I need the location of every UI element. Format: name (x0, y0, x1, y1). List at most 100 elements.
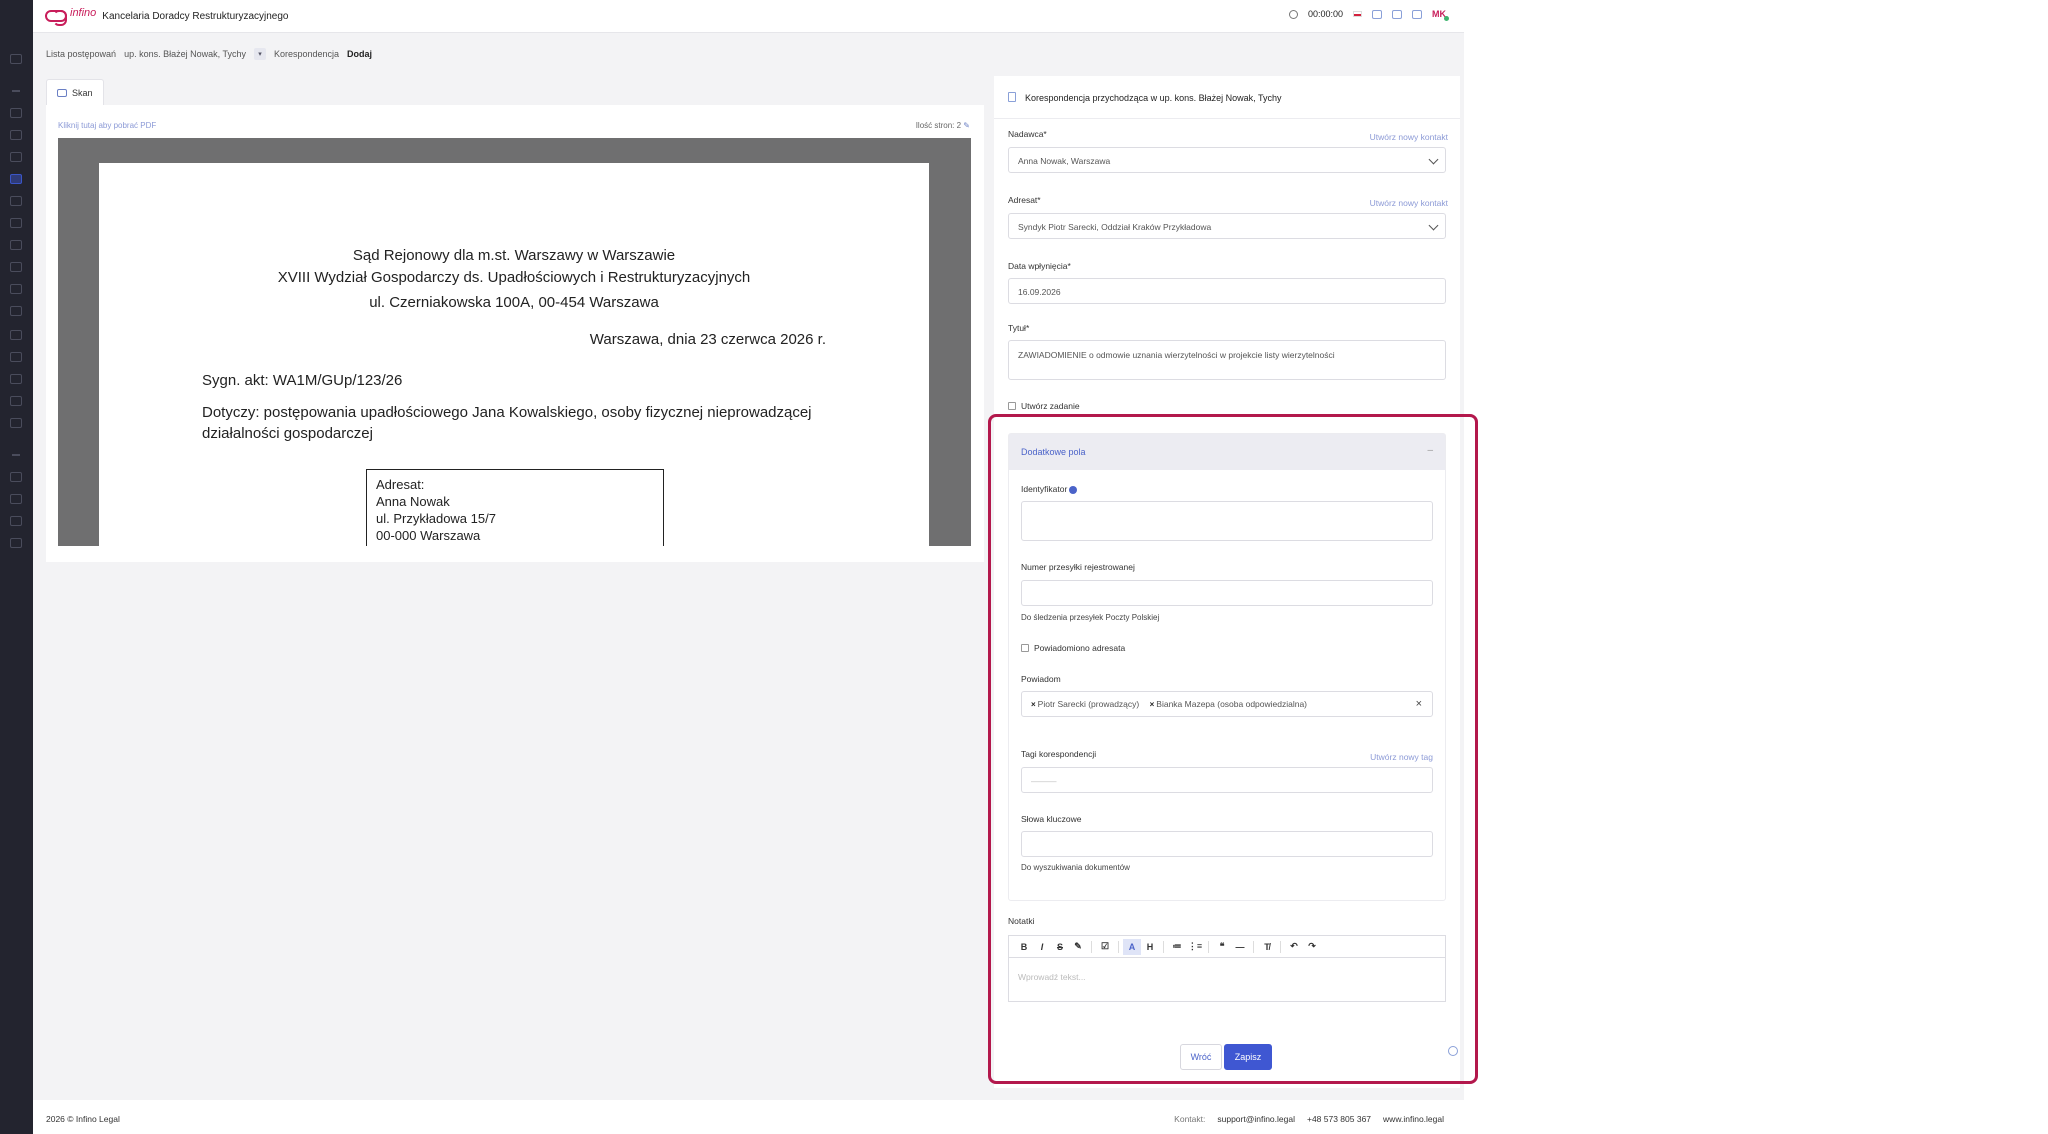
collapse-icon[interactable]: – (1427, 445, 1433, 456)
page-count[interactable]: Ilość stron: 2 ✎ (916, 121, 970, 130)
italic-button[interactable]: I (1033, 939, 1051, 955)
users-icon[interactable] (10, 130, 22, 140)
firm-name: Kancelaria Doradcy Restrukturyzacyjnego (102, 10, 289, 22)
identifier-textarea[interactable] (1021, 501, 1433, 541)
clear-format-button[interactable]: T̸ (1258, 939, 1276, 955)
timer[interactable]: 00:00:00 (1308, 9, 1343, 19)
flag-pl-icon[interactable] (1353, 11, 1362, 17)
download-pdf-link[interactable]: Kliknij tutaj aby pobrać PDF (58, 121, 156, 130)
create-tag-link[interactable]: Utwórz nowy tag (1370, 752, 1433, 762)
nadawca-value: Anna Nowak, Warszawa (1018, 156, 1111, 166)
court-address: ul. Czerniakowska 100A, 00-454 Warszawa (369, 294, 659, 311)
edit-icon: ✎ (963, 121, 970, 130)
chat-icon[interactable] (1392, 9, 1402, 19)
date-label: Data wpłynięcia* (1008, 261, 1071, 271)
adresat-select[interactable]: Syndyk Piotr Sarecki, Oddział Kraków Prz… (1008, 213, 1446, 239)
undo-button[interactable]: ↶ (1285, 939, 1303, 955)
document-icon[interactable] (10, 174, 22, 184)
heading-button[interactable]: H (1141, 939, 1159, 955)
clock-icon (1288, 9, 1298, 19)
edit-icon[interactable] (10, 396, 22, 406)
notify-chip[interactable]: × Piotr Sarecki (prowadzący) (1031, 699, 1139, 709)
clear-all-icon[interactable]: × (1416, 698, 1422, 710)
create-task-label[interactable]: Utwórz zadanie (1021, 401, 1080, 411)
info-icon[interactable] (1069, 485, 1078, 494)
save-button[interactable]: Zapisz (1224, 1044, 1272, 1070)
checklist-icon[interactable] (10, 218, 22, 228)
notes-editor[interactable]: Wprowadź tekst... (1008, 957, 1446, 1002)
quote-button[interactable]: ❝ (1213, 939, 1231, 955)
book-icon[interactable] (1372, 9, 1382, 19)
folder-icon[interactable] (10, 284, 22, 294)
keywords-help: Do wyszukiwania dokumentów (1021, 863, 1130, 872)
list-icon[interactable] (10, 306, 22, 316)
create-task-checkbox[interactable] (1008, 402, 1016, 410)
notified-checkbox[interactable] (1021, 644, 1029, 652)
checklist-button[interactable]: ☑ (1096, 939, 1114, 955)
nadawca-label: Nadawca* (1008, 129, 1047, 139)
website-link[interactable]: www.infino.legal (1383, 1114, 1444, 1124)
mail-icon[interactable] (10, 196, 22, 206)
form-title: Korespondencja przychodząca w up. kons. … (1025, 93, 1282, 103)
create-contact-link-2[interactable]: Utwórz nowy kontakt (1370, 198, 1448, 208)
calendar-dropdown-icon[interactable] (1412, 9, 1422, 19)
strikethrough-button[interactable]: S (1051, 939, 1069, 955)
notified-label[interactable]: Powiadomiono adresata (1034, 643, 1125, 653)
tracking-input[interactable] (1021, 580, 1433, 606)
tags-select[interactable]: ——— (1021, 767, 1433, 793)
help-icon[interactable] (1448, 1046, 1458, 1056)
avatar[interactable]: MK (1432, 9, 1449, 21)
notify-label: Powiadom (1021, 674, 1061, 684)
tags-placeholder: ——— (1031, 776, 1057, 786)
stack-icon[interactable] (10, 374, 22, 384)
breadcrumb-case[interactable]: up. kons. Błażej Nowak, Tychy (124, 49, 246, 59)
shield-icon[interactable] (10, 472, 22, 482)
notify-multiselect[interactable]: × Piotr Sarecki (prowadzący) × Bianka Maze… (1021, 691, 1433, 717)
dashboard-icon[interactable] (10, 54, 22, 64)
tab-skan[interactable]: Skan (46, 79, 104, 105)
book-icon[interactable] (10, 418, 22, 428)
logo-text: infino (70, 7, 97, 19)
notify-chip[interactable]: × Bianka Mazepa (osoba odpowiedzialna) (1150, 699, 1307, 709)
send-icon[interactable] (10, 108, 22, 118)
additional-fields-header[interactable]: Dodatkowe pola – (1009, 434, 1445, 470)
ordered-list-button[interactable]: ⋮≡ (1186, 939, 1204, 955)
highlight-pen-button[interactable]: ✎ (1069, 939, 1087, 955)
text-color-button[interactable]: A (1123, 938, 1141, 955)
case-select-chevron-icon[interactable]: ▾ (253, 48, 266, 60)
archive-icon[interactable] (10, 262, 22, 272)
horizontal-rule-button[interactable]: — (1231, 939, 1249, 955)
redo-button[interactable]: ↷ (1303, 939, 1321, 955)
pdf-viewer[interactable]: Sąd Rejonowy dla m.st. Warszawy w Warsza… (58, 138, 971, 546)
calendar-icon[interactable] (10, 516, 22, 526)
create-contact-link[interactable]: Utwórz nowy kontakt (1370, 132, 1448, 142)
remove-chip-icon[interactable]: × (1031, 700, 1036, 709)
link-icon[interactable] (10, 330, 22, 340)
breadcrumb-list[interactable]: Lista postępowań (46, 49, 116, 59)
nadawca-select[interactable]: Anna Nowak, Warszawa (1008, 147, 1446, 173)
bullet-list-button[interactable]: ≔ (1168, 939, 1186, 955)
back-button[interactable]: Wróć (1180, 1044, 1222, 1070)
tag-icon[interactable] (10, 152, 22, 162)
support-email-link[interactable]: support@infino.legal (1217, 1114, 1295, 1124)
logo[interactable]: infino Kancelaria Doradcy Restrukturyzac… (45, 7, 289, 26)
cloud-icon[interactable] (10, 240, 22, 250)
person-icon[interactable] (10, 494, 22, 504)
inbox-icon[interactable] (10, 352, 22, 362)
toolbar-divider (1118, 940, 1119, 953)
tab-skan-label: Skan (72, 87, 93, 98)
date-input[interactable]: 16.09.2026 (1008, 278, 1446, 304)
toolbar-divider (1091, 940, 1092, 953)
chevron-down-icon (1428, 154, 1439, 165)
infino-logo-icon (45, 10, 67, 26)
title-label: Tytuł* (1008, 323, 1030, 333)
remove-chip-icon[interactable]: × (1150, 700, 1155, 709)
title-textarea[interactable]: ZAWIADOMIENIE o odmowie uznania wierzyte… (1008, 340, 1446, 380)
keywords-input[interactable] (1021, 831, 1433, 857)
additional-fields-panel: Dodatkowe pola – Identyfikator Numer prz… (1008, 433, 1446, 901)
phone-link[interactable]: +48 573 805 367 (1307, 1114, 1371, 1124)
identifier-label: Identyfikator (1021, 484, 1078, 494)
bold-button[interactable]: B (1015, 939, 1033, 955)
breadcrumb-section[interactable]: Korespondencja (274, 49, 339, 59)
logout-icon[interactable] (10, 538, 22, 548)
